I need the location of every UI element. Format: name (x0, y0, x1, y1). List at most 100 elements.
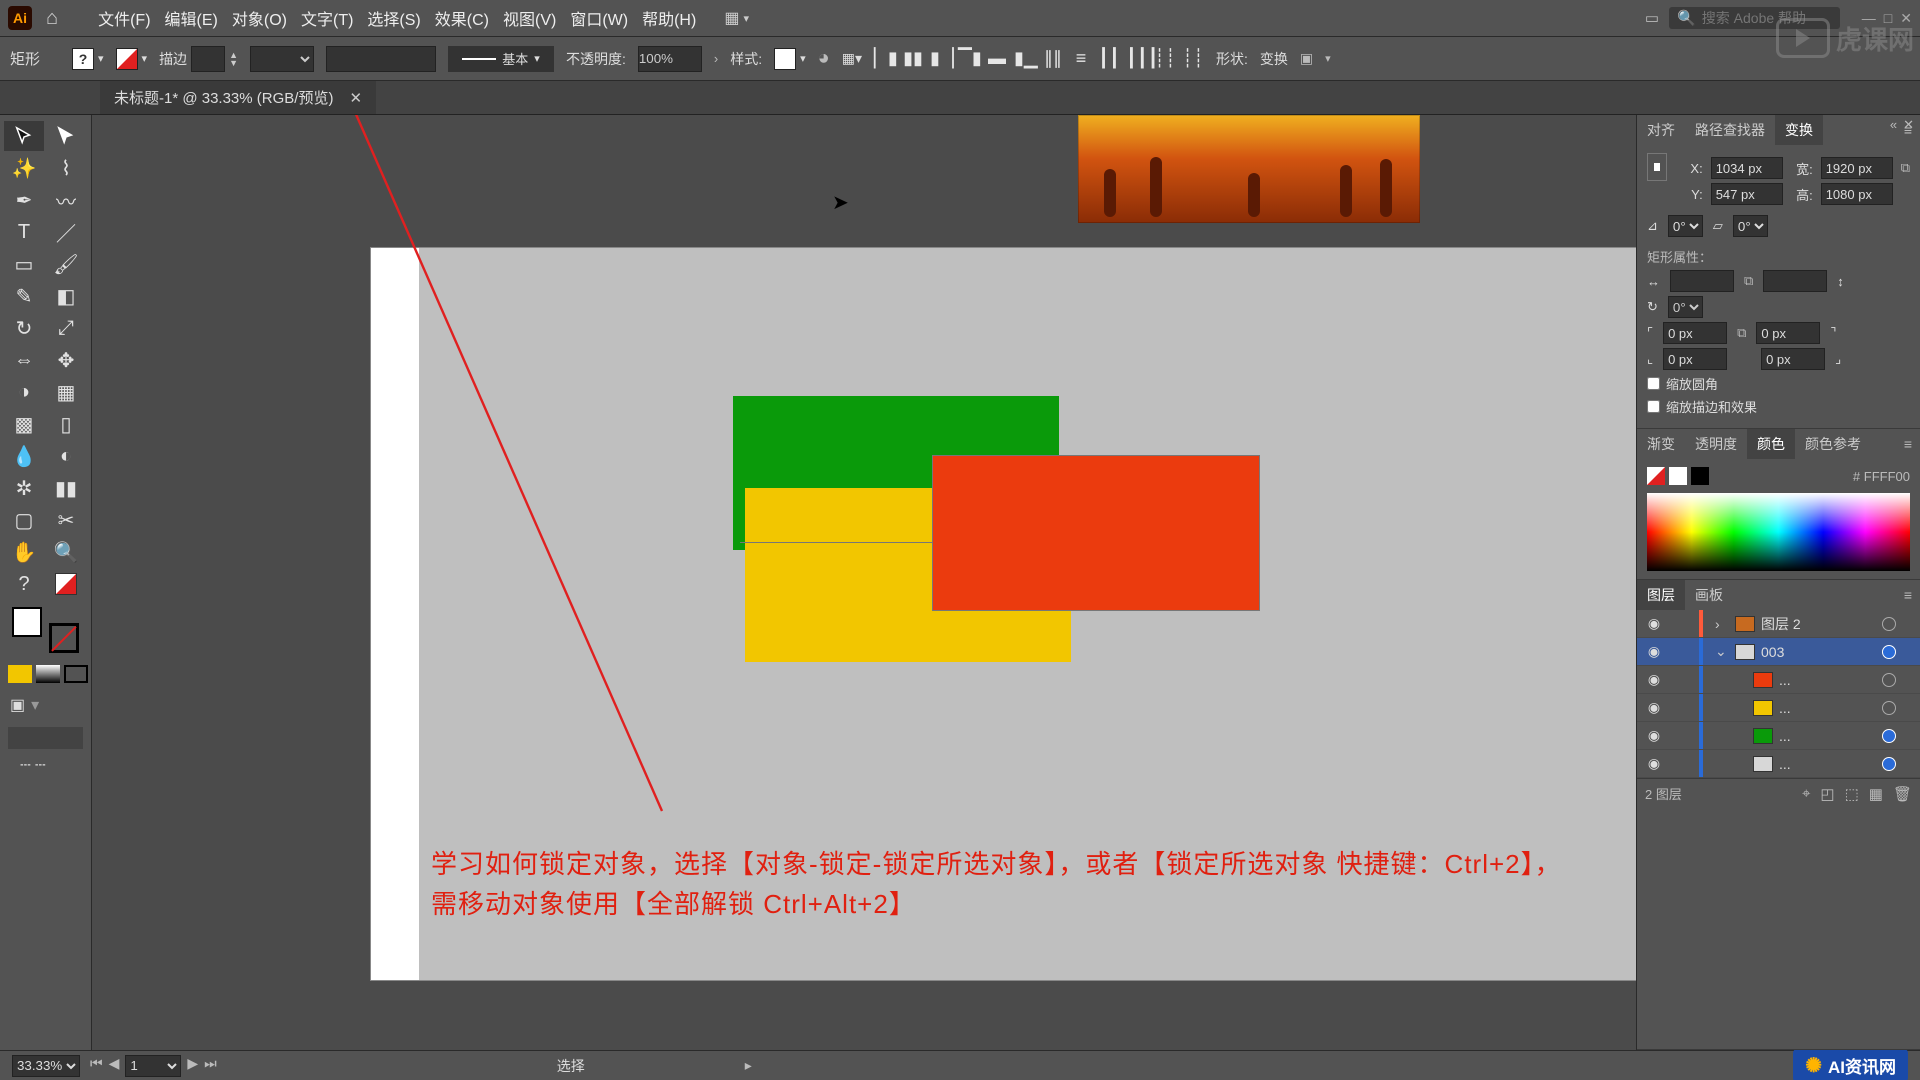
distribute-spacing-x-icon[interactable]: ┊┊ (1154, 48, 1176, 69)
distribute-h-icon[interactable]: ∥∥ (1042, 48, 1064, 69)
gradient-tool-icon[interactable]: ▯ (46, 409, 86, 439)
panel-group-controls[interactable]: «✕ (1890, 117, 1914, 133)
recolor-icon[interactable]: ◕ (818, 47, 830, 70)
menu-object[interactable]: 对象(O) (232, 6, 287, 30)
layer-target-icon[interactable] (1882, 617, 1896, 631)
stroke-swatch[interactable]: ▾ (116, 48, 148, 70)
eyedropper-tool-icon[interactable]: 💧 (4, 441, 44, 471)
y-input[interactable] (1711, 183, 1783, 205)
panel-tab-artboards[interactable]: 画板 (1685, 580, 1733, 610)
eraser-tool-icon[interactable]: ◧ (46, 281, 86, 311)
layer-visibility-icon[interactable]: ◉ (1643, 643, 1665, 660)
layer-row[interactable]: ◉⌄003 (1637, 638, 1920, 666)
hand-tool-icon[interactable]: ✋ (4, 537, 44, 567)
panel-tab-transparency[interactable]: 透明度 (1685, 429, 1747, 459)
free-transform-tool-icon[interactable]: ✥ (46, 345, 86, 375)
layer-name-label[interactable]: ... (1779, 756, 1876, 772)
canvas[interactable]: 学习如何锁定对象，选择【对象-锁定-锁定所选对象】，或者【锁定所选对象 快捷键：… (92, 115, 1636, 1050)
shaper-tool-icon[interactable]: ✎ (4, 281, 44, 311)
color-mode-none-icon[interactable] (64, 665, 88, 683)
first-artboard-icon[interactable]: ⏮ (90, 1055, 103, 1077)
corner-tr-input[interactable] (1756, 322, 1820, 344)
layer-expand-icon[interactable]: ⌄ (1715, 643, 1729, 660)
rotate-tool-icon[interactable]: ↻ (4, 313, 44, 343)
corner-tl-input[interactable] (1663, 322, 1727, 344)
layer-target-icon[interactable] (1882, 673, 1896, 687)
layer-row[interactable]: ◉... (1637, 666, 1920, 694)
magic-wand-tool-icon[interactable]: ✨ (4, 153, 44, 183)
panel-menu-icon[interactable]: ≡ (1904, 436, 1912, 452)
color-mode-selectors[interactable] (4, 661, 92, 687)
corner-bl-input[interactable] (1663, 348, 1727, 370)
fill-swatch[interactable]: ?▾ (72, 48, 104, 70)
white-swatch-icon[interactable] (1669, 467, 1687, 485)
distribute-v-icon[interactable]: ≡ (1070, 48, 1092, 69)
panel-tab-gradient[interactable]: 渐变 (1637, 429, 1685, 459)
panel-menu-icon[interactable]: ≡ (1904, 587, 1912, 603)
opacity-input[interactable] (638, 46, 702, 72)
menu-select[interactable]: 选择(S) (367, 6, 420, 30)
perspective-tool-icon[interactable]: ▦ (46, 377, 86, 407)
panel-close-icon[interactable]: ✕ (1903, 117, 1914, 133)
reference-point-selector[interactable] (1647, 153, 1667, 181)
last-artboard-icon[interactable]: ⏭ (204, 1055, 217, 1077)
fill-none-swatch-icon[interactable] (1647, 467, 1665, 485)
new-sublayer-icon[interactable]: ⬚ (1845, 785, 1859, 803)
layer-target-icon[interactable] (1882, 645, 1896, 659)
stroke-weight-input[interactable] (191, 46, 225, 72)
opacity-flyout-icon[interactable]: › (714, 51, 718, 66)
scale-corners-checkbox[interactable] (1647, 377, 1660, 390)
zoom-select[interactable]: 33.33% (12, 1055, 80, 1077)
layer-expand-icon[interactable]: › (1715, 616, 1729, 632)
align-hcenter-icon[interactable]: ▮▮ (902, 48, 924, 69)
layer-name-label[interactable]: 图层 2 (1761, 614, 1876, 634)
status-flyout-icon[interactable]: ▸ (745, 1057, 752, 1074)
panel-tab-colorguide[interactable]: 颜色参考 (1795, 429, 1871, 459)
shear-input[interactable]: 0° (1733, 215, 1768, 237)
mesh-tool-icon[interactable]: ▩ (4, 409, 44, 439)
var-width-profile[interactable] (250, 46, 314, 72)
rectangle-tool-icon[interactable]: ▭ (4, 249, 44, 279)
graphic-style[interactable]: ▾ (774, 48, 806, 70)
panel-collapse-icon[interactable]: « (1890, 117, 1897, 133)
home-icon[interactable]: ⌂ (46, 7, 58, 30)
link-corners-icon[interactable]: ⧉ (1737, 325, 1746, 341)
layer-row[interactable]: ◉... (1637, 694, 1920, 722)
placed-reference-image[interactable] (1078, 115, 1420, 223)
panel-tab-align[interactable]: 对齐 (1637, 115, 1685, 145)
line-tool-icon[interactable]: ／ (46, 217, 86, 247)
x-input[interactable] (1711, 157, 1783, 179)
corner-br-input[interactable] (1761, 348, 1825, 370)
shape-builder-tool-icon[interactable]: ◑ (4, 377, 44, 407)
distribute-spacing-v-icon[interactable]: ┃┃┃ (1126, 48, 1148, 69)
menu-file[interactable]: 文件(F) (98, 6, 150, 30)
color-spectrum[interactable] (1647, 493, 1910, 571)
menu-window[interactable]: 窗口(W) (570, 6, 628, 30)
paintbrush-tool-icon[interactable]: 🖌 (46, 249, 86, 279)
panel-tab-layers[interactable]: 图层 (1637, 580, 1685, 610)
isolate-icon[interactable]: ▣ (1300, 50, 1313, 67)
menu-help[interactable]: 帮助(H) (642, 6, 696, 30)
prev-artboard-icon[interactable]: ◀ (109, 1055, 120, 1077)
layer-name-label[interactable]: ... (1779, 728, 1876, 744)
shape-rectangle-orange[interactable] (933, 456, 1259, 610)
next-artboard-icon[interactable]: ▶ (187, 1055, 198, 1077)
lasso-tool-icon[interactable]: ⌇ (46, 153, 86, 183)
layer-visibility-icon[interactable]: ◉ (1643, 671, 1665, 688)
column-graph-tool-icon[interactable]: ▮▮ (46, 473, 86, 503)
fill-stroke-indicator[interactable] (8, 607, 83, 653)
stroke-weight[interactable]: 描边 ▲▼ (159, 46, 238, 72)
rotate-input[interactable]: 0° (1668, 215, 1703, 237)
layer-visibility-icon[interactable]: ◉ (1643, 615, 1665, 632)
height-input[interactable] (1821, 183, 1893, 205)
artboard-tool-icon[interactable]: ▢ (4, 505, 44, 535)
brush-basic[interactable]: 基本▾ (448, 46, 554, 72)
color-mode-color-icon[interactable] (8, 665, 32, 683)
document-tab[interactable]: 未标题-1* @ 33.33% (RGB/预览) ✕ (100, 81, 376, 114)
align-right-icon[interactable]: ▮▕ (930, 48, 952, 69)
make-clipping-mask-icon[interactable]: ◰ (1820, 785, 1834, 803)
distribute-spacing-h-icon[interactable]: ┃┃ (1098, 48, 1120, 69)
rect-width-input[interactable] (1670, 270, 1734, 292)
artboard-number-select[interactable]: 1 (125, 1055, 181, 1077)
black-swatch-icon[interactable] (1691, 467, 1709, 485)
